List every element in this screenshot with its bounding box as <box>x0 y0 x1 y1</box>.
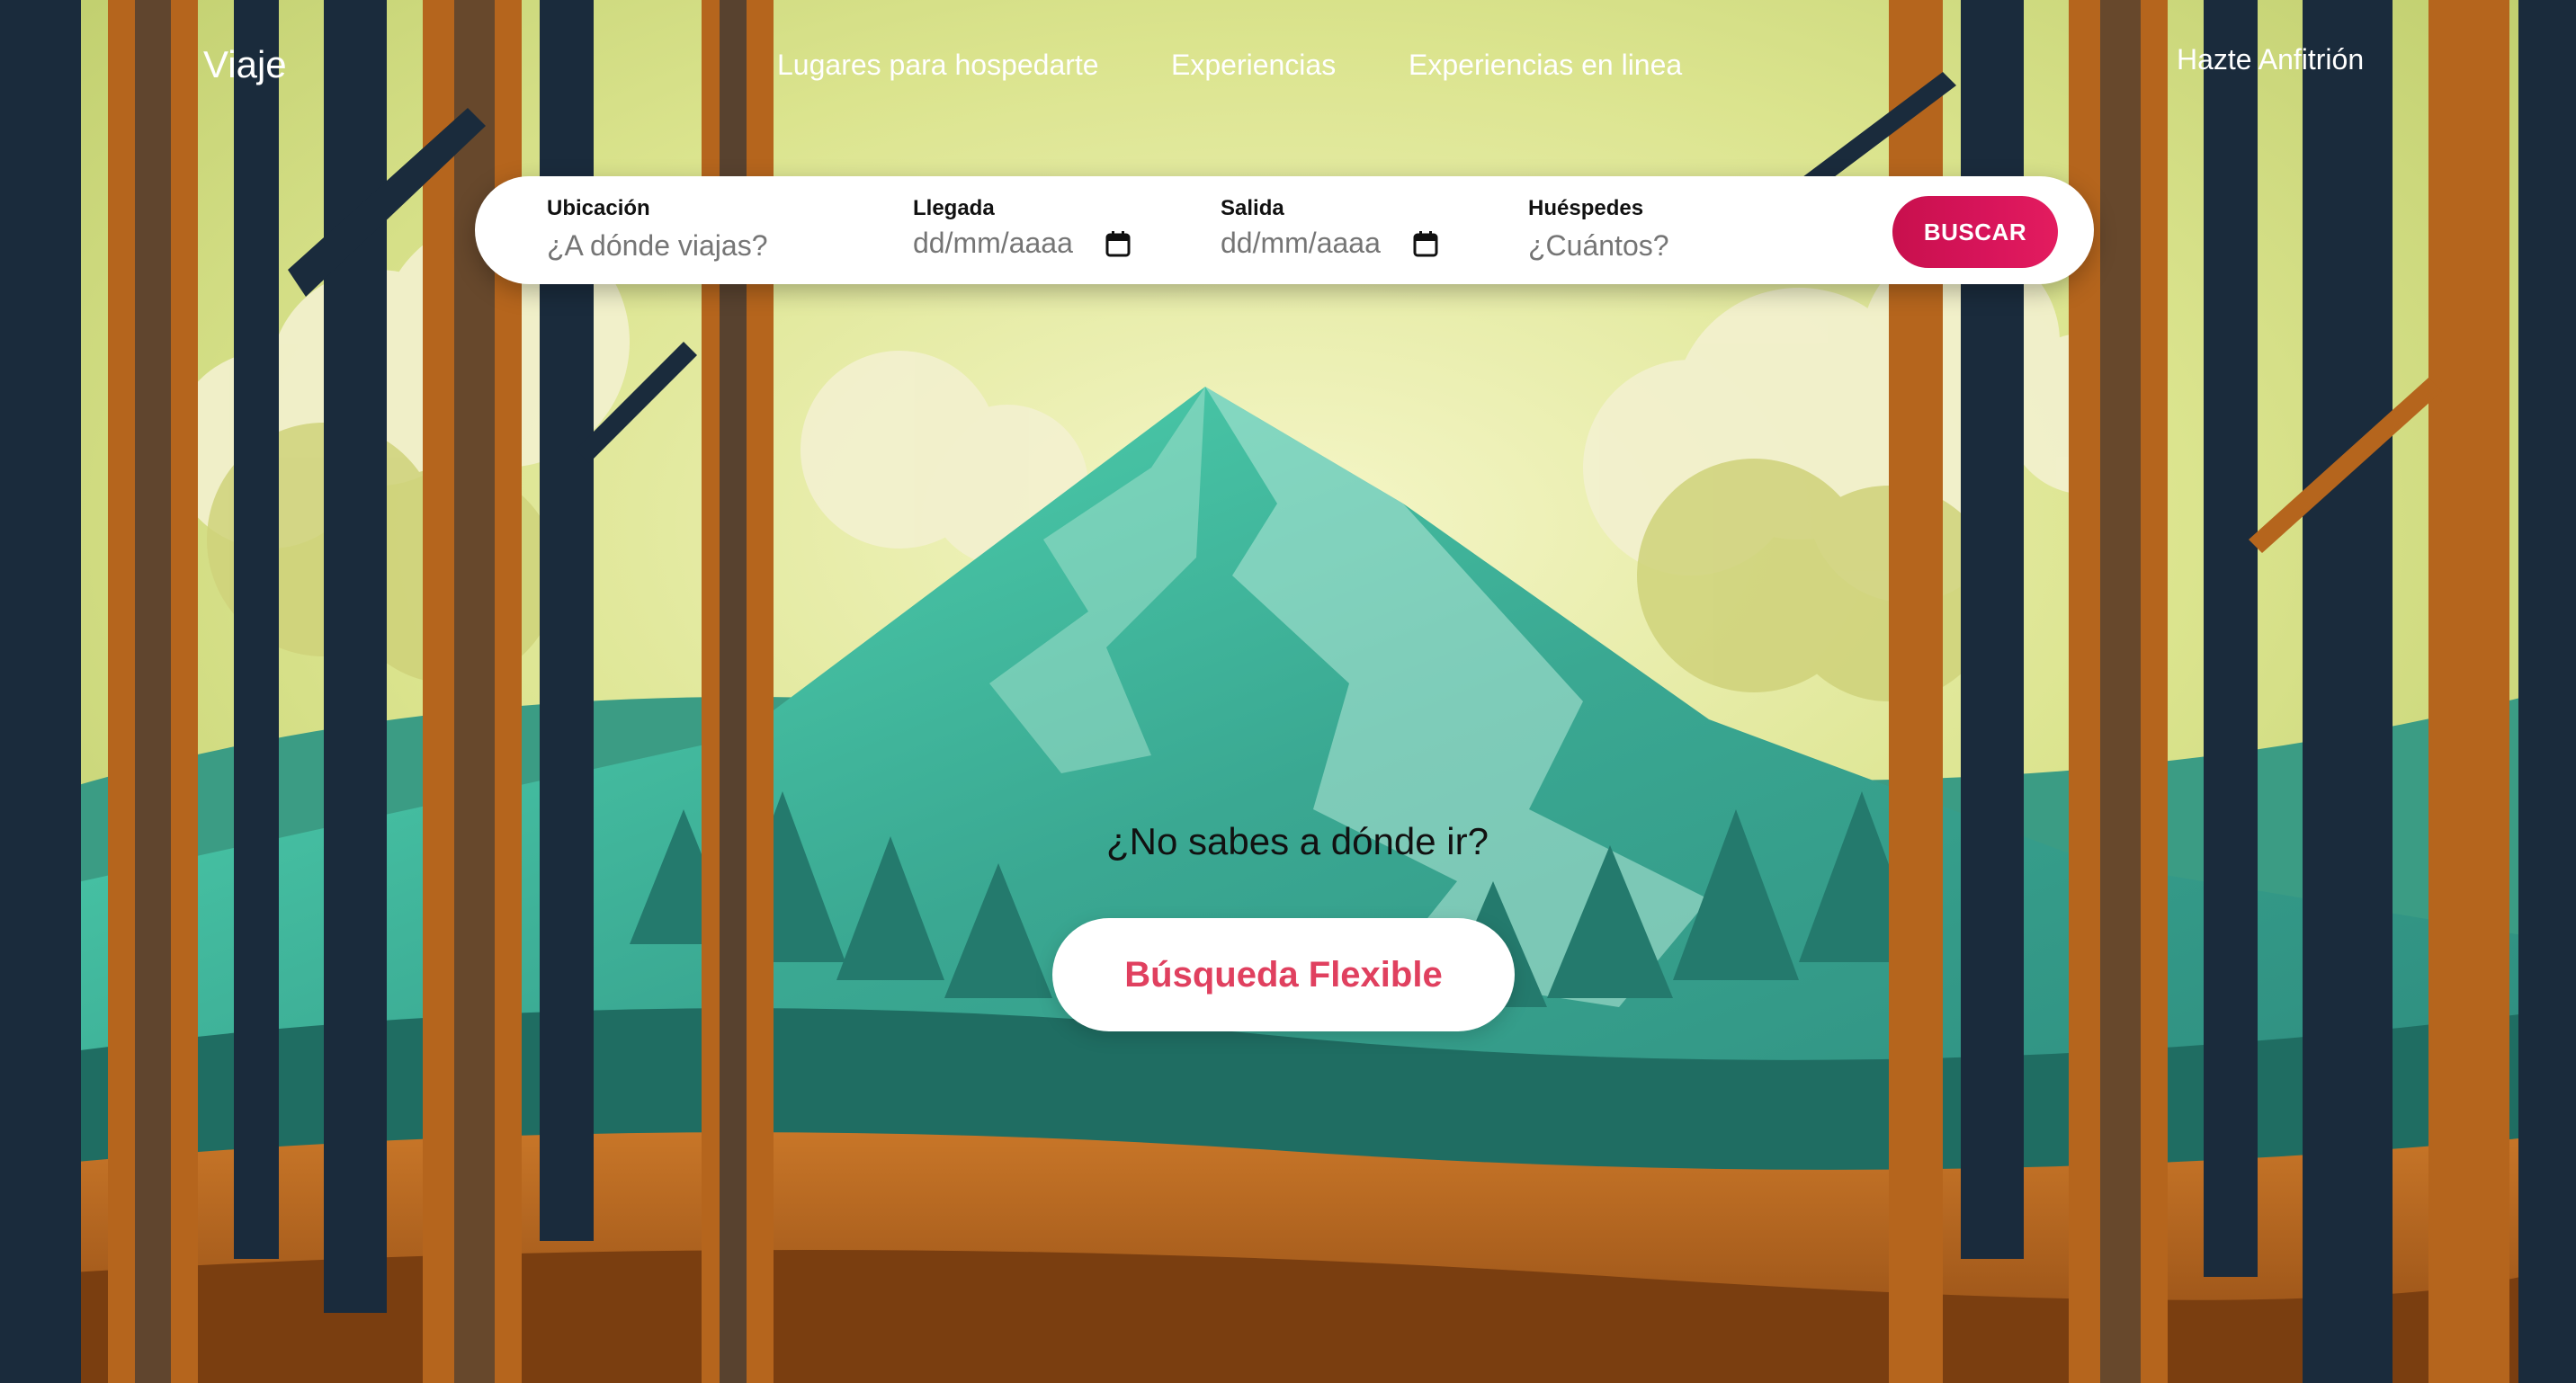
calendar-icon[interactable] <box>1413 230 1438 257</box>
flexible-search-button[interactable]: Búsqueda Flexible <box>1052 918 1515 1031</box>
checkout-label: Salida <box>1221 196 1284 220</box>
nav-link-lugares[interactable]: Lugares para hospedarte <box>777 49 1099 82</box>
brand-logo-link[interactable]: Viaje <box>203 43 287 86</box>
checkin-field: Llegada dd/mm/aaaa <box>913 196 1131 260</box>
checkout-date-value: dd/mm/aaaa <box>1221 227 1381 259</box>
location-field: Ubicación <box>547 196 871 264</box>
guests-field: Huéspedes <box>1528 196 1798 264</box>
checkin-date-input[interactable]: dd/mm/aaaa <box>913 227 1131 260</box>
hazte-anfitrion-link[interactable]: Hazte Anfitrión <box>2177 43 2364 76</box>
nav-link-experiencias-en-linea[interactable]: Experiencias en linea <box>1409 49 1682 82</box>
search-bar: Ubicación Llegada dd/mm/aaaa Salida dd/m… <box>475 176 2094 284</box>
location-label: Ubicación <box>547 196 650 220</box>
checkin-label: Llegada <box>913 196 995 220</box>
guests-label: Huéspedes <box>1528 196 1644 220</box>
checkin-date-value: dd/mm/aaaa <box>913 227 1073 259</box>
location-input[interactable] <box>547 227 871 264</box>
calendar-icon[interactable] <box>1105 230 1131 257</box>
nav-link-experiencias[interactable]: Experiencias <box>1171 49 1336 82</box>
search-button[interactable]: BUSCAR <box>1892 196 2058 268</box>
hero-question: ¿No sabes a dónde ir? <box>1106 820 1489 862</box>
checkout-date-input[interactable]: dd/mm/aaaa <box>1221 227 1438 260</box>
guests-input[interactable] <box>1528 227 1798 264</box>
checkout-field: Salida dd/mm/aaaa <box>1221 196 1438 260</box>
